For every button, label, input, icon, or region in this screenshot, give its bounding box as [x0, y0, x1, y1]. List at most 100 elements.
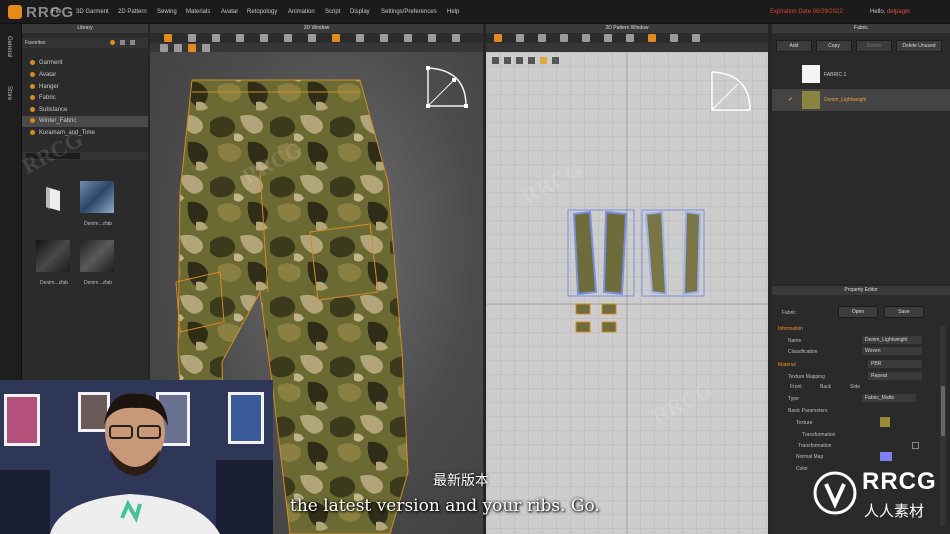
avatar-view-icon[interactable]	[160, 44, 168, 52]
polygon-icon[interactable]	[516, 34, 524, 42]
library-item-fabric[interactable]: Fabric	[30, 95, 56, 101]
scrollbar-thumb[interactable]	[941, 386, 945, 436]
tack-icon[interactable]	[260, 34, 268, 42]
internal-line-icon[interactable]	[582, 34, 590, 42]
2d-viewport[interactable]	[486, 52, 768, 534]
copy-fabric-button[interactable]: Copy	[816, 40, 852, 52]
menu-file[interactable]: File	[52, 9, 62, 15]
basic-parameters-section[interactable]: Basic Parameters	[788, 408, 827, 414]
menu-retopology[interactable]: Retopology	[247, 9, 277, 15]
library-item-substance[interactable]: Substance	[30, 107, 67, 113]
move-tool-icon[interactable]	[188, 34, 196, 42]
circle-icon[interactable]	[560, 34, 568, 42]
select-tool-icon[interactable]	[164, 34, 172, 42]
open-button[interactable]: Open	[838, 306, 878, 318]
type-select[interactable]: Fabric_Matte	[862, 394, 916, 402]
webcam-presenter-image	[0, 380, 273, 534]
display-icon[interactable]	[452, 34, 460, 42]
brand-sub: 人人素材	[864, 502, 925, 520]
fold-icon[interactable]	[236, 34, 244, 42]
menu-3d-garment[interactable]: 3D Garment	[76, 9, 109, 15]
tab-general[interactable]: General	[6, 36, 12, 57]
information-section[interactable]: Information	[778, 326, 803, 332]
annotation-icon[interactable]	[692, 34, 700, 42]
menu-sewing[interactable]: Sewing	[157, 9, 177, 15]
library-item-winter-fabric[interactable]: Winter_Fabric	[30, 118, 76, 124]
2d-window-title: 2D Pattern Window	[486, 24, 768, 33]
camera-icon[interactable]	[428, 34, 436, 42]
fabric-thumb-denim[interactable]	[80, 181, 114, 213]
3d-window-title: 3D Window	[150, 24, 483, 33]
pin-icon[interactable]	[284, 34, 292, 42]
user-greeting: Hello, delpager	[870, 9, 910, 15]
menu-materials[interactable]: Materials	[186, 9, 210, 15]
texture-mapping-select[interactable]: Repeat	[868, 372, 922, 380]
folder-icon	[30, 118, 35, 123]
library-item-garment[interactable]: Garment	[30, 60, 62, 66]
simulate-icon[interactable]	[332, 34, 340, 42]
normal-map-swatch[interactable]	[880, 452, 892, 461]
grain-icon[interactable]	[670, 34, 678, 42]
2d-gizmo-widget[interactable]	[704, 64, 756, 116]
face-front-tab[interactable]: Front	[790, 384, 802, 390]
face-back-tab[interactable]: Back	[820, 384, 831, 390]
user-name[interactable]: delpager	[887, 9, 910, 15]
folder-thumb[interactable]	[36, 181, 70, 213]
menu-script[interactable]: Script	[325, 9, 340, 15]
fabric-item-selected[interactable]: ✔ Denim_Lightweight	[772, 89, 950, 111]
name-label: Name	[788, 338, 802, 344]
save-button[interactable]: Save	[884, 306, 924, 318]
fabric-panel: Fabric Add Copy Delete Delete Unused FAB…	[772, 24, 950, 284]
gizmo-widget[interactable]	[420, 60, 472, 112]
hello-prefix: Hello,	[870, 9, 886, 15]
transform-icon[interactable]	[212, 34, 220, 42]
fabric-item-1[interactable]: FABRIC 1	[824, 72, 846, 78]
mesh-view-icon[interactable]	[202, 44, 210, 52]
avatar-icon[interactable]	[356, 34, 364, 42]
menu-2d-pattern[interactable]: 2D Pattern	[118, 9, 147, 15]
sew-icon[interactable]	[626, 34, 634, 42]
delete-unused-button[interactable]: Delete Unused	[896, 40, 942, 52]
rectangle-icon[interactable]	[538, 34, 546, 42]
classification-select[interactable]: Woven	[862, 347, 922, 355]
transform-checkbox[interactable]	[912, 442, 919, 449]
rrcg-brand-logo: RRCG 人人素材	[812, 462, 947, 528]
fabric-thumb-black[interactable]	[36, 240, 70, 272]
add-folder-icon[interactable]	[110, 40, 115, 45]
menu-avatar[interactable]: Avatar	[221, 9, 238, 15]
menu-settings[interactable]: Settings/Preferences	[381, 9, 437, 15]
name-field[interactable]: Denim_Lightweight	[862, 336, 922, 344]
texture-view-icon[interactable]	[188, 44, 196, 52]
menu-animation[interactable]: Animation	[288, 9, 315, 15]
fitting-icon[interactable]	[380, 34, 388, 42]
edit-pattern-icon[interactable]	[494, 34, 502, 42]
face-side-tab[interactable]: Side	[850, 384, 860, 390]
add-fabric-button[interactable]: Add	[776, 40, 812, 52]
measure-icon[interactable]	[308, 34, 316, 42]
favorites-label: Favorites	[25, 40, 46, 46]
thumb-label: Denim...zfab	[83, 280, 113, 286]
tab-store[interactable]: Store	[6, 86, 12, 100]
fabric-thumb-black-2[interactable]	[80, 240, 114, 272]
settings-icon[interactable]	[130, 40, 135, 45]
library-item-hanger[interactable]: Hanger	[30, 84, 59, 90]
fabric-swatch-white[interactable]	[802, 65, 820, 83]
dart-icon[interactable]	[604, 34, 612, 42]
thumb-label: Denim...zfab	[39, 280, 69, 286]
2d-pattern-window[interactable]: 2D Pattern Window	[486, 24, 768, 534]
material-section[interactable]: Material	[778, 362, 796, 368]
folder-icon	[30, 95, 35, 100]
material-type-select[interactable]: PBR	[868, 360, 922, 368]
library-item-avatar[interactable]: Avatar	[30, 72, 56, 78]
garment-view-icon[interactable]	[174, 44, 182, 52]
download-icon[interactable]	[120, 40, 125, 45]
texture-icon[interactable]	[648, 34, 656, 42]
menu-display[interactable]: Display	[350, 9, 370, 15]
check-icon: ✔	[788, 97, 794, 103]
delete-fabric-button[interactable]: Delete	[856, 40, 892, 52]
menu-help[interactable]: Help	[447, 9, 459, 15]
texture-swatch[interactable]	[880, 417, 890, 427]
library-title: Library	[22, 24, 148, 33]
pattern-pieces[interactable]	[486, 52, 768, 534]
hanger-icon[interactable]	[404, 34, 412, 42]
